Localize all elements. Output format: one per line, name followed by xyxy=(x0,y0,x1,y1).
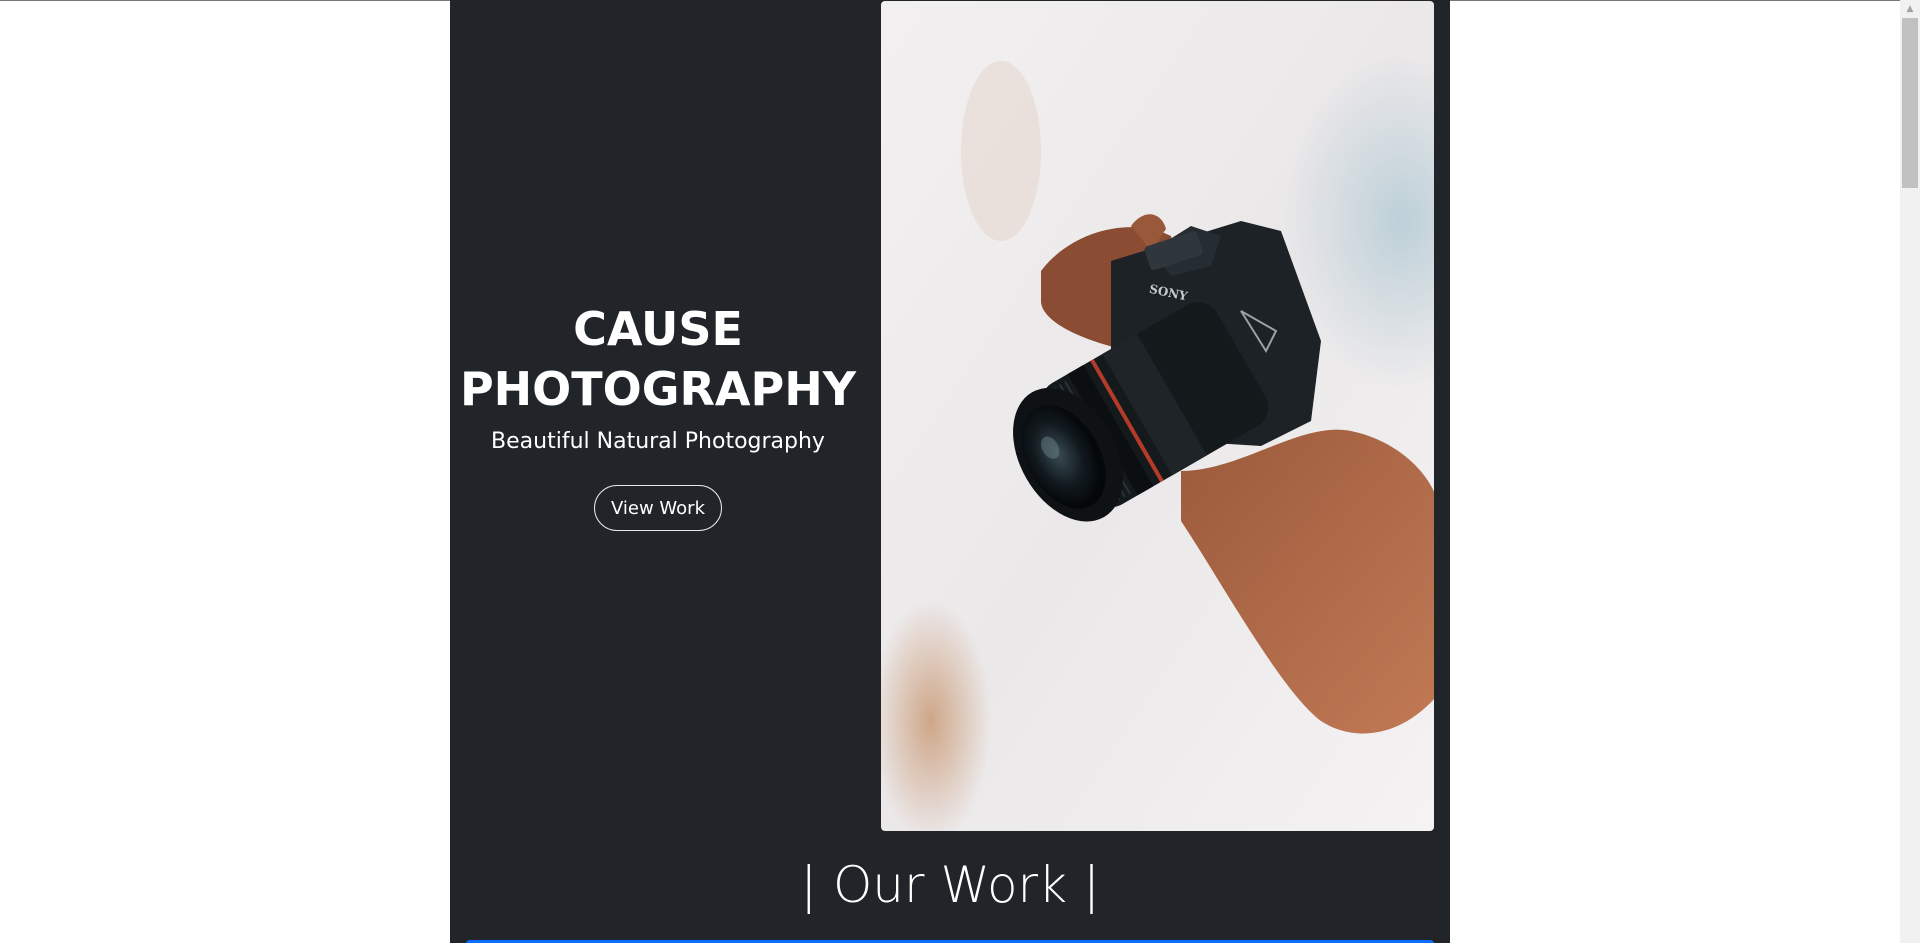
triangle-up-icon[interactable]: ▲ xyxy=(1900,0,1920,17)
hero-subtitle: Beautiful Natural Photography xyxy=(491,429,825,454)
hero-image: SONY xyxy=(881,1,1434,831)
camera-photo-illustration: SONY xyxy=(881,1,1434,831)
view-work-button[interactable]: View Work xyxy=(593,485,723,531)
hero-title: CAUSE PHOTOGRAPHY xyxy=(459,302,857,416)
our-work-heading: | Our Work | xyxy=(800,856,1100,914)
hero-text: CAUSE PHOTOGRAPHY Beautiful Natural Phot… xyxy=(450,0,866,830)
page-container: CAUSE PHOTOGRAPHY Beautiful Natural Phot… xyxy=(450,0,1450,943)
scrollbar-thumb[interactable] xyxy=(1902,18,1918,188)
vertical-scrollbar[interactable]: ▲ xyxy=(1900,0,1920,943)
